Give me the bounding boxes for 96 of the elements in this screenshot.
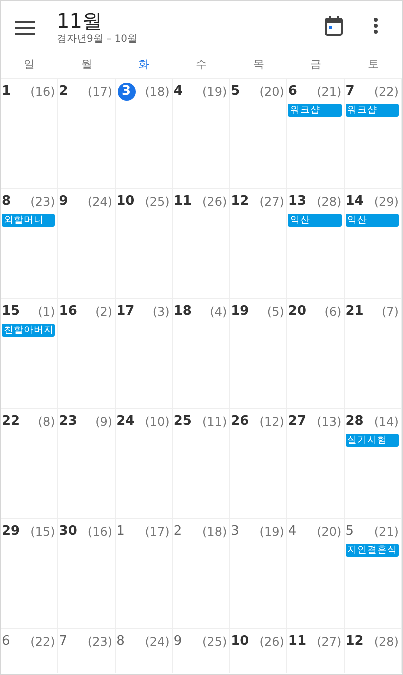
weekday-label: 화 bbox=[138, 57, 150, 72]
lunar-date: (23) bbox=[30, 195, 56, 209]
lunar-date: (22) bbox=[374, 85, 399, 99]
today-date[interactable]: 3 bbox=[118, 83, 136, 101]
calendar-icon[interactable] bbox=[325, 16, 343, 36]
date-number[interactable]: 24 bbox=[116, 413, 135, 431]
date-number[interactable]: 18 bbox=[174, 303, 192, 321]
date-number[interactable]: 12 bbox=[231, 193, 250, 211]
lunar-date: (27) bbox=[317, 635, 342, 649]
lunar-date: (25) bbox=[202, 635, 228, 649]
weekday-label: 월 bbox=[81, 57, 92, 72]
lunar-date: (9) bbox=[96, 415, 113, 429]
date-number[interactable]: 8 bbox=[2, 193, 12, 211]
lunar-date: (4) bbox=[210, 305, 228, 319]
date-number[interactable]: 2 bbox=[174, 523, 182, 541]
month-title: 11월 bbox=[57, 9, 104, 33]
lunar-date: (8) bbox=[38, 415, 56, 429]
weekday-label: 수 bbox=[196, 57, 207, 72]
lunar-date: (15) bbox=[30, 525, 56, 539]
lunar-date: (1) bbox=[38, 305, 56, 319]
date-number[interactable]: 19 bbox=[231, 303, 250, 321]
lunar-date: (28) bbox=[374, 635, 399, 649]
date-number[interactable]: 12 bbox=[346, 633, 364, 651]
date-number[interactable]: 6 bbox=[288, 83, 298, 101]
date-number[interactable]: 1 bbox=[2, 83, 12, 101]
date-number[interactable]: 8 bbox=[116, 633, 125, 651]
weekday-label: 일 bbox=[24, 57, 36, 72]
lunar-date: (26) bbox=[260, 635, 284, 649]
lunar-date: (17) bbox=[88, 85, 113, 99]
date-number[interactable]: 14 bbox=[346, 193, 364, 211]
lunar-date: (14) bbox=[374, 415, 399, 429]
date-number[interactable]: 11 bbox=[174, 193, 192, 211]
lunar-date: (16) bbox=[30, 85, 56, 99]
date-number[interactable]: 13 bbox=[288, 193, 307, 211]
menu-icon[interactable] bbox=[15, 20, 35, 36]
lunar-date: (23) bbox=[88, 635, 113, 649]
date-number[interactable]: 5 bbox=[346, 523, 354, 541]
date-number[interactable]: 7 bbox=[59, 633, 68, 651]
lunar-date: (25) bbox=[145, 195, 170, 209]
lunar-date: (3) bbox=[152, 305, 170, 319]
date-number[interactable]: 28 bbox=[346, 413, 364, 431]
date-number[interactable]: 15 bbox=[2, 303, 20, 321]
lunar-subtitle: 경자년9월 – 10월 bbox=[57, 33, 138, 47]
date-number[interactable]: 17 bbox=[116, 303, 135, 321]
lunar-date: (11) bbox=[202, 415, 228, 429]
date-number[interactable]: 26 bbox=[231, 413, 250, 431]
date-number[interactable]: 9 bbox=[174, 633, 182, 651]
lunar-date: (18) bbox=[202, 525, 228, 539]
date-number[interactable]: 23 bbox=[59, 413, 78, 431]
date-number[interactable]: 11 bbox=[288, 633, 307, 651]
lunar-date: (26) bbox=[202, 195, 228, 209]
lunar-date: (24) bbox=[145, 635, 170, 649]
date-number[interactable]: 2 bbox=[59, 83, 68, 101]
weekday-label: 토 bbox=[368, 57, 379, 72]
lunar-date: (18) bbox=[145, 85, 170, 99]
lunar-date: (13) bbox=[317, 415, 342, 429]
date-number[interactable]: 10 bbox=[231, 633, 250, 651]
lunar-date: (16) bbox=[88, 525, 113, 539]
lunar-date: (12) bbox=[260, 415, 284, 429]
lunar-date: (24) bbox=[88, 195, 113, 209]
date-number[interactable]: 1 bbox=[116, 523, 125, 541]
lunar-date: (10) bbox=[145, 415, 170, 429]
date-number[interactable]: 27 bbox=[288, 413, 307, 431]
lunar-date: (28) bbox=[317, 195, 342, 209]
lunar-date: (20) bbox=[260, 85, 284, 99]
date-number[interactable]: 30 bbox=[59, 523, 78, 541]
lunar-date: (27) bbox=[260, 195, 284, 209]
date-number[interactable]: 4 bbox=[288, 523, 297, 541]
date-number[interactable]: 21 bbox=[346, 303, 364, 321]
lunar-date: (29) bbox=[374, 195, 399, 209]
lunar-date: (21) bbox=[374, 525, 399, 539]
lunar-date: (19) bbox=[260, 525, 284, 539]
lunar-date: (21) bbox=[317, 85, 342, 99]
date-number[interactable]: 6 bbox=[2, 633, 10, 651]
weekday-label: 목 bbox=[253, 57, 264, 72]
lunar-date: (6) bbox=[324, 305, 342, 319]
date-number[interactable]: 4 bbox=[174, 83, 183, 101]
date-number[interactable]: 10 bbox=[116, 193, 135, 211]
date-number[interactable]: 5 bbox=[231, 83, 240, 101]
date-number[interactable]: 16 bbox=[59, 303, 78, 321]
date-number[interactable]: 7 bbox=[346, 83, 355, 101]
date-number[interactable]: 9 bbox=[59, 193, 68, 211]
lunar-date: (19) bbox=[202, 85, 228, 99]
date-number[interactable]: 25 bbox=[174, 413, 192, 431]
lunar-date: (7) bbox=[382, 305, 399, 319]
more-icon[interactable] bbox=[374, 18, 378, 34]
lunar-date: (22) bbox=[30, 635, 56, 649]
lunar-date: (2) bbox=[96, 305, 113, 319]
date-number[interactable]: 3 bbox=[231, 523, 240, 541]
lunar-date: (5) bbox=[267, 305, 284, 319]
lunar-date: (20) bbox=[317, 525, 342, 539]
date-number[interactable]: 29 bbox=[2, 523, 20, 541]
date-number[interactable]: 22 bbox=[2, 413, 20, 431]
date-number[interactable]: 20 bbox=[288, 303, 307, 321]
lunar-date: (17) bbox=[145, 525, 170, 539]
weekday-label: 금 bbox=[310, 57, 322, 72]
